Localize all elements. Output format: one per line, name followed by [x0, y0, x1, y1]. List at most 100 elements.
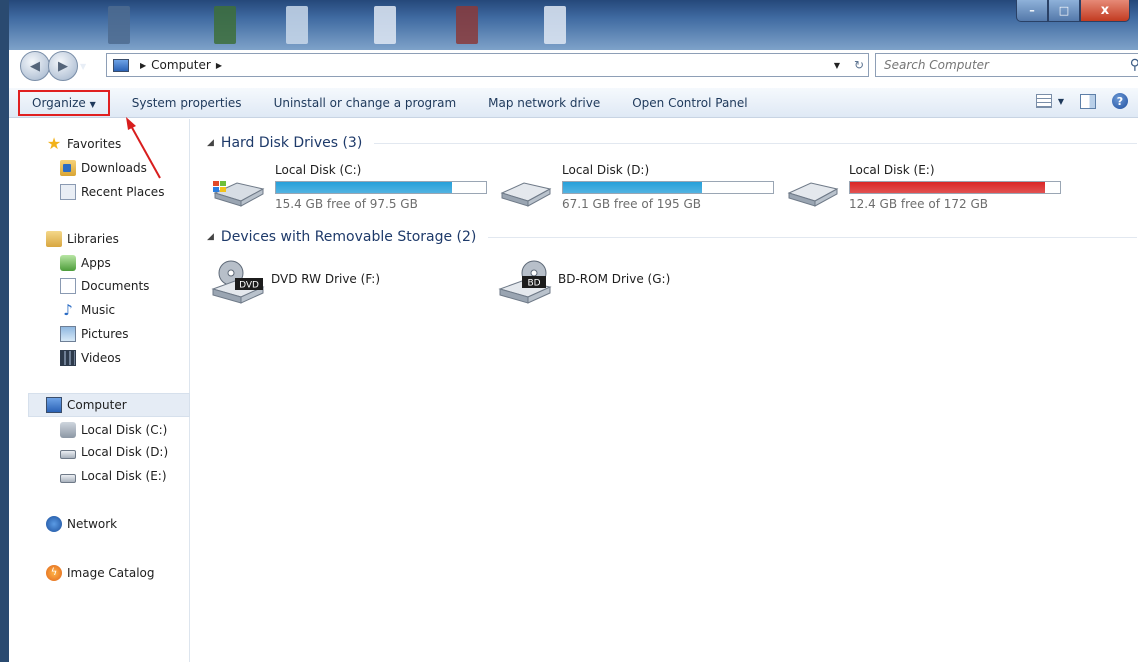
- sidebar-item-pictures[interactable]: Pictures: [60, 326, 129, 342]
- view-options-dropdown-icon[interactable]: ▼: [1058, 97, 1064, 106]
- sidebar-item-libraries[interactable]: Libraries: [46, 231, 119, 247]
- recent-pages-dropdown[interactable]: ▼: [80, 62, 86, 71]
- address-bar[interactable]: ▶ Computer ▶ ▼ ↻: [106, 53, 869, 77]
- drive-name: Local Disk (C:): [275, 163, 362, 177]
- sidebar-item-music[interactable]: ♪ Music: [60, 302, 115, 318]
- open-control-panel-button[interactable]: Open Control Panel: [616, 96, 763, 110]
- change-view-icon[interactable]: [1035, 94, 1052, 108]
- capacity-bar: [562, 181, 774, 194]
- dvd-badge: DVD: [239, 281, 259, 291]
- sidebar-item-label: Music: [81, 303, 116, 317]
- thumbnail-icon: [456, 6, 478, 44]
- search-input[interactable]: [884, 58, 1114, 72]
- computer-icon: [46, 397, 62, 413]
- capacity-fill: [276, 182, 453, 193]
- hard-disk-icon: [60, 450, 76, 459]
- sidebar-item-downloads[interactable]: Downloads: [60, 160, 147, 176]
- sidebar-item-network[interactable]: Network: [46, 516, 117, 532]
- thumbnail-icon: [286, 6, 308, 44]
- drive-tile-d[interactable]: Local Disk (D:) 67.1 GB free of 195 GB: [498, 163, 778, 215]
- capacity-bar: [849, 181, 1061, 194]
- drive-free-space: 67.1 GB free of 195 GB: [562, 197, 701, 211]
- search-icon[interactable]: ⚲: [1130, 57, 1138, 73]
- capacity-bar: [275, 181, 487, 194]
- sidebar-item-label: Favorites: [67, 137, 122, 151]
- close-button[interactable]: x: [1080, 0, 1130, 22]
- device-tile-bd[interactable]: BD BD-ROM Drive (G:): [498, 255, 778, 305]
- drive-tile-c[interactable]: Local Disk (C:) 15.4 GB free of 97.5 GB: [211, 163, 491, 215]
- forward-arrow-icon: ▶: [58, 58, 68, 74]
- sidebar-item-videos[interactable]: Videos: [60, 350, 121, 366]
- minimize-button[interactable]: –: [1016, 0, 1048, 22]
- system-properties-button[interactable]: System properties: [116, 96, 258, 110]
- sidebar-item-label: Image Catalog: [67, 566, 155, 580]
- drive-name: Local Disk (E:): [849, 163, 935, 177]
- sidebar-item-apps[interactable]: Apps: [60, 255, 111, 271]
- breadcrumb-arrow-icon[interactable]: ▶: [216, 61, 222, 70]
- view-controls: ▼ ?: [1035, 93, 1128, 109]
- capacity-fill: [563, 182, 702, 193]
- address-dropdown-icon[interactable]: ▼: [834, 61, 840, 70]
- sidebar-item-local-disk-d[interactable]: Local Disk (D:): [60, 445, 168, 459]
- windows-system-drive-icon: [213, 181, 265, 207]
- group-header-removable[interactable]: ◢ Devices with Removable Storage (2): [207, 229, 1137, 245]
- collapse-triangle-icon[interactable]: ◢: [207, 138, 214, 148]
- sidebar-item-label: Downloads: [81, 161, 147, 175]
- group-title: Devices with Removable Storage (2): [220, 229, 477, 245]
- search-box[interactable]: ⚲: [875, 53, 1138, 77]
- computer-icon: [113, 58, 129, 72]
- sidebar-item-label: Videos: [81, 351, 121, 365]
- apps-icon: [60, 255, 76, 271]
- drive-tile-e[interactable]: Local Disk (E:) 12.4 GB free of 172 GB: [785, 163, 1065, 215]
- uninstall-program-button[interactable]: Uninstall or change a program: [258, 96, 473, 110]
- sidebar-item-label: Apps: [81, 256, 111, 270]
- divider: [374, 142, 1137, 144]
- divider: [488, 236, 1137, 238]
- back-button[interactable]: ◀: [20, 51, 50, 81]
- organize-label: Organize: [32, 95, 86, 110]
- sidebar-item-label: Network: [67, 517, 118, 531]
- downloads-folder-icon: [60, 160, 76, 176]
- preview-pane-icon[interactable]: [1080, 93, 1096, 109]
- sidebar-item-favorites[interactable]: ★ Favorites: [46, 136, 121, 152]
- drive-free-space: 12.4 GB free of 172 GB: [849, 197, 988, 211]
- sidebar-item-local-disk-e[interactable]: Local Disk (E:): [60, 469, 167, 483]
- back-arrow-icon: ◀: [30, 58, 40, 74]
- thumbnail-icon: [374, 6, 396, 44]
- recent-places-icon: [60, 184, 76, 200]
- breadcrumb-computer[interactable]: Computer: [151, 58, 211, 72]
- content-pane: ◢ Hard Disk Drives (3) Local Disk (C:) 1…: [191, 119, 1138, 662]
- sidebar-item-local-disk-c[interactable]: Local Disk (C:): [60, 422, 167, 438]
- videos-icon: [60, 350, 76, 366]
- capacity-fill: [850, 182, 1046, 193]
- refresh-icon[interactable]: ↻: [854, 58, 864, 72]
- device-tile-dvd[interactable]: DVD DVD RW Drive (F:): [211, 255, 491, 305]
- forward-button[interactable]: ▶: [48, 51, 78, 81]
- dvd-drive-icon: DVD: [211, 260, 265, 304]
- sidebar-item-label: Computer: [67, 398, 127, 412]
- breadcrumb-arrow-icon[interactable]: ▶: [140, 61, 146, 70]
- image-catalog-icon: ϟ: [46, 565, 62, 581]
- maximize-button[interactable]: □: [1048, 0, 1080, 22]
- sidebar-item-recent-places[interactable]: Recent Places: [60, 184, 164, 200]
- sidebar-item-image-catalog[interactable]: ϟ Image Catalog: [46, 565, 154, 581]
- title-bar: – □ x: [9, 0, 1138, 50]
- group-header-hard-disks[interactable]: ◢ Hard Disk Drives (3): [207, 135, 1137, 151]
- help-icon[interactable]: ?: [1112, 93, 1128, 109]
- thumbnail-icon: [108, 6, 130, 44]
- sidebar-item-label: Pictures: [81, 327, 129, 341]
- sidebar-item-label: Local Disk (E:): [81, 469, 167, 483]
- sidebar-item-label: Documents: [81, 279, 150, 293]
- collapse-triangle-icon[interactable]: ◢: [207, 232, 214, 242]
- sidebar-item-computer[interactable]: Computer: [28, 393, 190, 417]
- caption-buttons: – □ x: [1016, 0, 1130, 22]
- drive-name: Local Disk (D:): [562, 163, 650, 177]
- map-network-drive-button[interactable]: Map network drive: [472, 96, 616, 110]
- chevron-down-icon: ▼: [89, 99, 96, 109]
- documents-icon: [60, 278, 76, 294]
- hard-disk-icon: [787, 182, 839, 207]
- sidebar-item-documents[interactable]: Documents: [60, 278, 149, 294]
- organize-button[interactable]: Organize ▼: [18, 89, 110, 116]
- network-icon: [46, 516, 62, 532]
- hard-disk-icon: [60, 474, 76, 483]
